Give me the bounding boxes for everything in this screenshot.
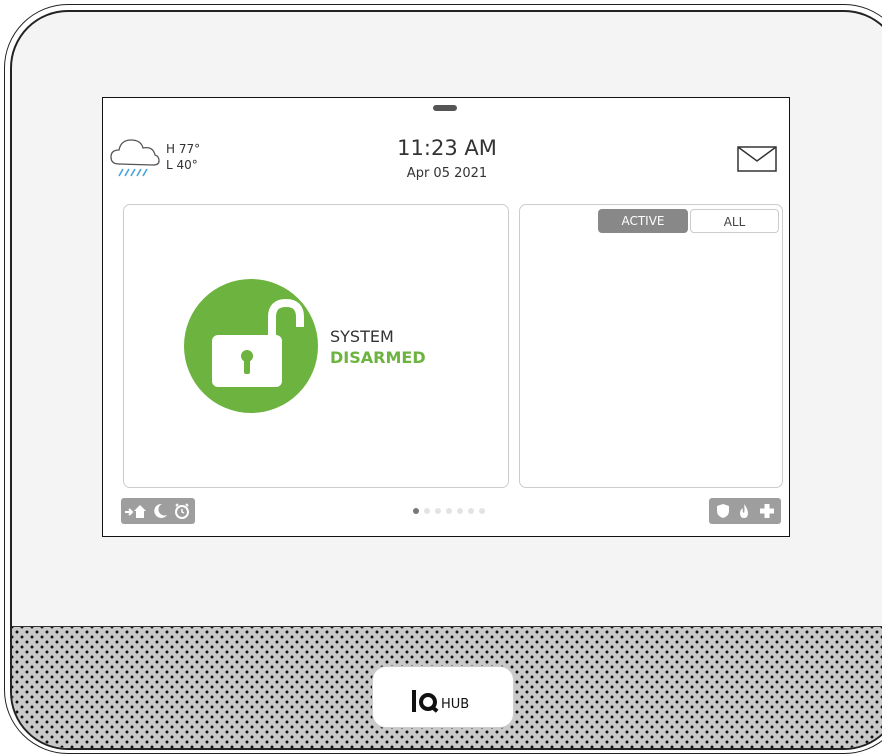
page-dot[interactable]: [457, 508, 463, 514]
security-status-panel: SYSTEM DISARMED: [123, 204, 509, 488]
tab-active[interactable]: ACTIVE: [598, 209, 688, 233]
page-dot[interactable]: [479, 508, 485, 514]
logo-letter-q: [419, 693, 437, 711]
tab-all[interactable]: ALL: [690, 209, 779, 233]
envelope-icon: [737, 146, 777, 172]
messages-button[interactable]: [737, 146, 777, 176]
pull-down-handle[interactable]: [433, 105, 457, 111]
alarm-clock-icon[interactable]: [171, 498, 193, 524]
events-panel: ACTIVE ALL: [519, 204, 783, 488]
touch-screen: H 77° L 40° 11:23 AM Apr 05 2021 SYSTEM …: [102, 97, 790, 537]
logo-letter-i: [412, 690, 416, 712]
arm-stay-icon[interactable]: [123, 498, 149, 524]
clock-date: Apr 05 2021: [406, 166, 488, 181]
page-dot[interactable]: [446, 508, 452, 514]
logo-product-name: HUB: [441, 697, 470, 712]
emergency-shortcuts: [709, 498, 781, 524]
page-dot[interactable]: [424, 508, 430, 514]
clock-time: 11:23 AM: [397, 136, 497, 160]
night-mode-icon[interactable]: [149, 498, 171, 524]
fire-icon[interactable]: [733, 498, 755, 524]
page-dot[interactable]: [435, 508, 441, 514]
system-status-label: SYSTEM: [330, 327, 394, 346]
brand-logo: HUB: [412, 684, 469, 712]
page-dot[interactable]: [413, 508, 419, 514]
page-dot[interactable]: [468, 508, 474, 514]
page-indicator[interactable]: [413, 508, 485, 514]
arming-shortcuts: [121, 498, 195, 524]
medical-cross-icon[interactable]: [755, 498, 779, 524]
police-shield-icon[interactable]: [713, 498, 733, 524]
unlocked-padlock-icon[interactable]: [184, 279, 318, 413]
arming-state-label: DISARMED: [330, 348, 426, 367]
